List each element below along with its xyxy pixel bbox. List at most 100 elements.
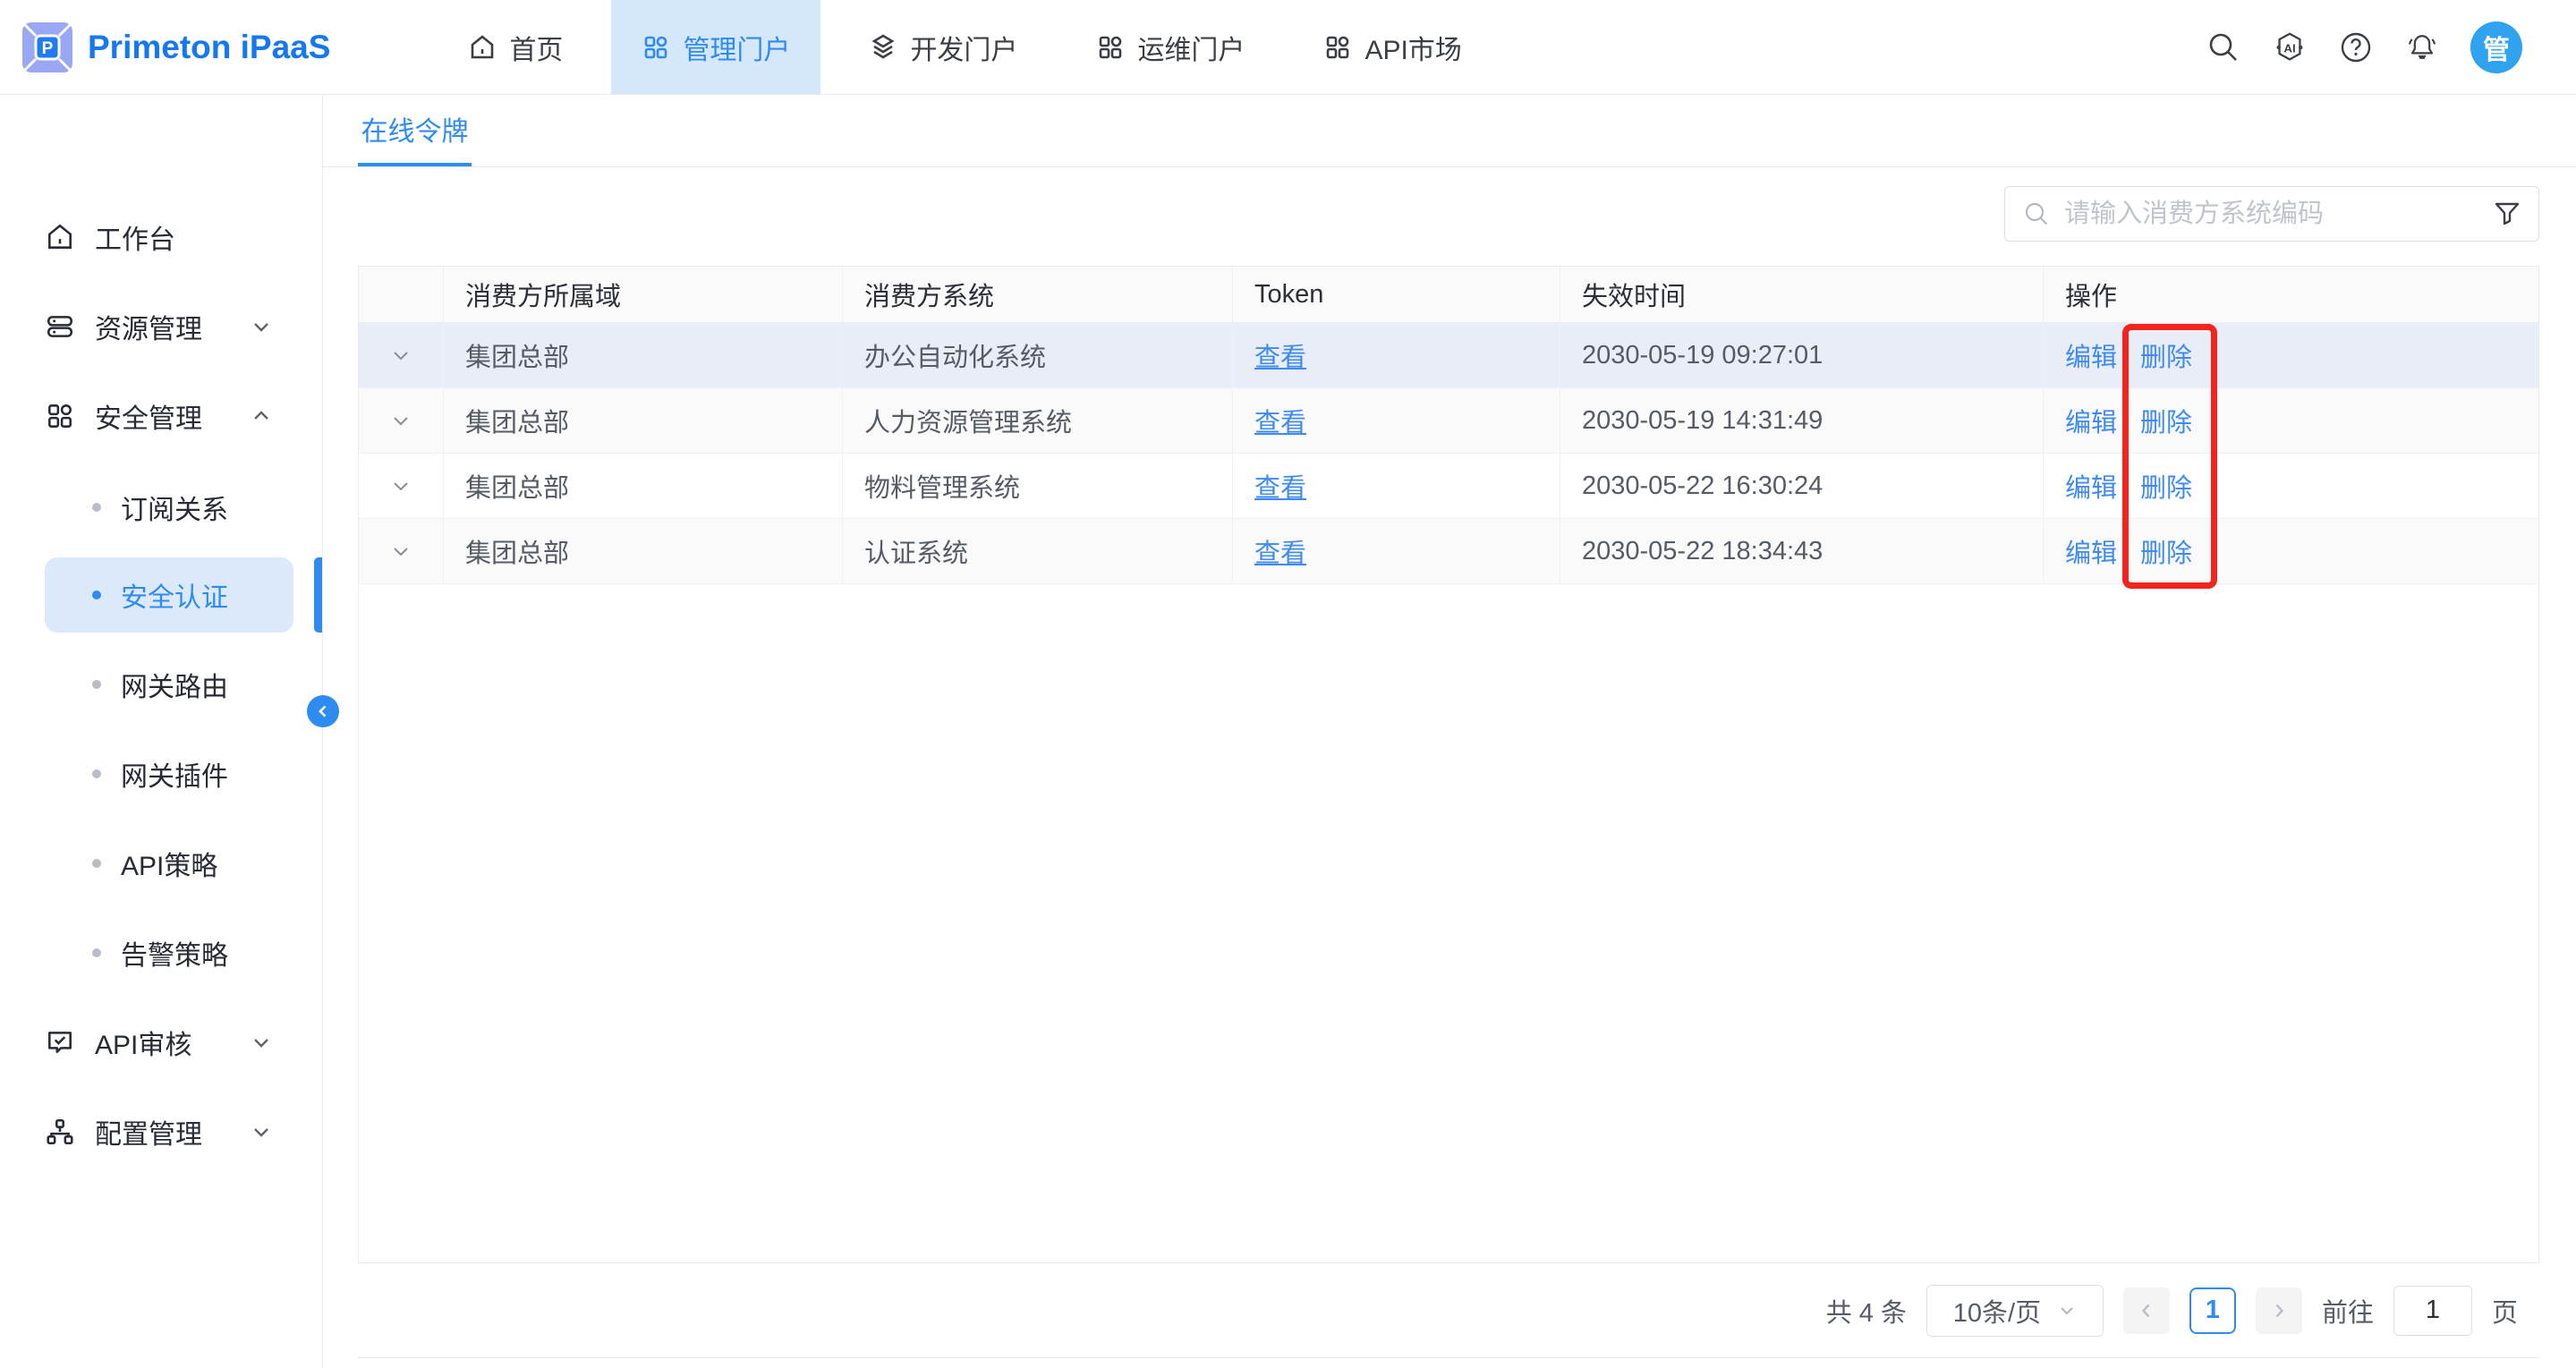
cell-consumer-domain: 集团总部: [444, 454, 843, 518]
main-content: 在线令牌 消费方所属域 消费方系统 Token 失效时间: [323, 95, 2576, 1368]
sidebar-subitem-api-policy[interactable]: API策略: [0, 832, 322, 895]
sidebar-item-label: 工作台: [95, 217, 175, 257]
nav-label: 开发门户: [910, 28, 1017, 67]
edit-link[interactable]: 编辑: [2065, 467, 2117, 505]
search-box: [2004, 186, 2539, 242]
table-header-row: 消费方所属域 消费方系统 Token 失效时间 操作: [359, 267, 2538, 323]
header-consumer-domain: 消费方所属域: [444, 267, 843, 322]
delete-link[interactable]: 删除: [2140, 532, 2192, 570]
header-expire-time: 失效时间: [1560, 267, 2044, 322]
row-expand-button[interactable]: [359, 454, 444, 518]
chevron-down-icon: [250, 315, 273, 338]
bullet-dot-icon: [92, 859, 101, 868]
table-row: 集团总部 物料管理系统 查看 2030-05-22 16:30:24 编辑 删除: [359, 454, 2538, 519]
bullet-dot-icon: [92, 680, 101, 689]
row-expand-button[interactable]: [359, 323, 444, 387]
sidebar: 工作台 资源管理 安全管理 订阅关系: [0, 94, 323, 1368]
server-icon: [45, 311, 75, 342]
chevron-left-icon: [314, 702, 332, 720]
token-view-link[interactable]: 查看: [1254, 467, 1306, 505]
svg-text:AI: AI: [2283, 41, 2295, 55]
sidebar-item-label: 配置管理: [95, 1112, 202, 1151]
grid-icon: [45, 401, 75, 431]
nav-dev-portal[interactable]: 开发门户: [838, 0, 1048, 94]
brand-name: Primeton iPaaS: [88, 29, 330, 66]
row-expand-button[interactable]: [359, 388, 444, 453]
next-page-button[interactable]: [2256, 1287, 2302, 1334]
chevron-down-icon: [2057, 1301, 2077, 1321]
edit-link[interactable]: 编辑: [2065, 532, 2117, 570]
cell-consumer-system: 人力资源管理系统: [843, 388, 1233, 453]
sidebar-subitem-subscription[interactable]: 订阅关系: [0, 476, 322, 539]
cell-consumer-domain: 集团总部: [444, 388, 843, 453]
edit-link[interactable]: 编辑: [2065, 336, 2117, 374]
cell-expire-time: 2030-05-19 14:31:49: [1560, 388, 2044, 453]
grid-icon: [1096, 33, 1125, 62]
document-check-icon: [45, 1027, 75, 1058]
token-view-link[interactable]: 查看: [1254, 532, 1306, 570]
notifications-bell-icon[interactable]: [2404, 30, 2440, 65]
nav-home[interactable]: 首页: [438, 0, 593, 94]
sidebar-subitem-gateway-route[interactable]: 网关路由: [0, 653, 322, 716]
token-view-link[interactable]: 查看: [1254, 402, 1306, 439]
chevron-down-icon: [250, 1120, 273, 1143]
delete-link[interactable]: 删除: [2140, 402, 2192, 439]
svg-text:P: P: [42, 39, 54, 58]
sidebar-subitem-gateway-plugin[interactable]: 网关插件: [0, 743, 322, 805]
pagination-total: 共 4 条: [1826, 1292, 1907, 1330]
delete-link[interactable]: 删除: [2140, 467, 2192, 505]
table-row: 集团总部 人力资源管理系统 查看 2030-05-19 14:31:49 编辑 …: [359, 388, 2538, 454]
chevron-down-icon: [390, 344, 412, 366]
nav-api-market[interactable]: API市场: [1293, 0, 1492, 94]
nav-ops-portal[interactable]: 运维门户: [1066, 0, 1275, 94]
sidebar-item-label: 资源管理: [95, 307, 202, 346]
nav-label: 运维门户: [1137, 28, 1245, 67]
sidebar-subitem-label: 订阅关系: [121, 488, 228, 527]
sidebar-item-workbench[interactable]: 工作台: [0, 206, 322, 268]
layers-icon: [869, 33, 897, 62]
sidebar-collapse-button[interactable]: [307, 695, 339, 727]
sidebar-item-api-review[interactable]: API审核: [0, 1011, 322, 1074]
goto-label: 前往: [2322, 1292, 2374, 1330]
sidebar-subitem-alert-policy[interactable]: 告警策略: [0, 922, 322, 984]
search-icon[interactable]: [2206, 30, 2241, 65]
search-input[interactable]: [2062, 199, 2483, 230]
cell-expire-time: 2030-05-22 16:30:24: [1560, 454, 2044, 518]
delete-link[interactable]: 删除: [2140, 336, 2192, 374]
tab-bar: 在线令牌: [323, 95, 2576, 167]
sidebar-subitem-security-auth[interactable]: 安全认证: [45, 557, 293, 633]
tab-online-tokens[interactable]: 在线令牌: [358, 95, 472, 166]
prev-page-button[interactable]: [2123, 1287, 2170, 1334]
chevron-left-icon: [2137, 1301, 2156, 1321]
nav-admin-portal[interactable]: 管理门户: [611, 0, 820, 94]
sidebar-item-label: API审核: [95, 1023, 191, 1062]
sidebar-active-indicator: [314, 557, 322, 633]
sidebar-subitem-label: 网关插件: [121, 754, 228, 794]
sidebar-subitem-label: 安全认证: [121, 575, 228, 615]
chevron-down-icon: [390, 540, 412, 562]
sidebar-item-label: 安全管理: [95, 396, 202, 436]
ai-assistant-icon[interactable]: AI: [2272, 30, 2308, 65]
sitemap-icon: [45, 1117, 75, 1147]
nav-label: 首页: [509, 28, 563, 67]
avatar[interactable]: 管: [2470, 21, 2522, 73]
cell-consumer-domain: 集团总部: [444, 323, 843, 387]
current-page-button[interactable]: 1: [2189, 1287, 2236, 1334]
row-expand-button[interactable]: [359, 519, 444, 583]
sidebar-item-config-mgmt[interactable]: 配置管理: [0, 1100, 322, 1163]
search-icon: [2023, 200, 2050, 227]
bullet-dot-icon: [92, 948, 101, 957]
top-header: P Primeton iPaaS 首页 管理门户: [0, 0, 2576, 95]
table-row: 集团总部 认证系统 查看 2030-05-22 18:34:43 编辑 删除: [359, 519, 2538, 584]
header-actions: 操作: [2044, 267, 2538, 322]
page-size-select[interactable]: 10条/页: [1926, 1285, 2104, 1337]
token-view-link[interactable]: 查看: [1254, 336, 1306, 374]
sidebar-item-resource-mgmt[interactable]: 资源管理: [0, 295, 322, 358]
sidebar-item-security-mgmt[interactable]: 安全管理: [0, 385, 322, 447]
filter-icon[interactable]: [2492, 199, 2522, 229]
help-icon[interactable]: [2338, 30, 2374, 65]
chevron-right-icon: [2269, 1301, 2289, 1321]
goto-page-input[interactable]: [2393, 1286, 2472, 1336]
edit-link[interactable]: 编辑: [2065, 402, 2117, 439]
nav-label: 管理门户: [683, 28, 790, 67]
